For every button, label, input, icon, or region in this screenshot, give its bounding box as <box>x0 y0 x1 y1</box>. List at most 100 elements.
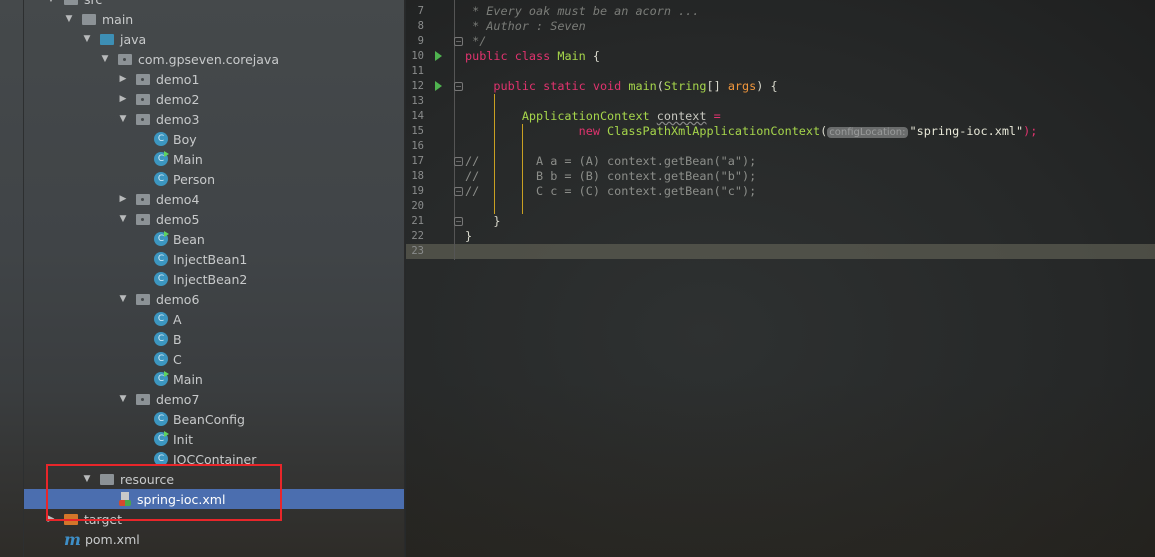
expand-arrow-down-icon[interactable]: ▼ <box>118 294 128 304</box>
code-line[interactable]: * Author : Seven <box>465 19 586 34</box>
java-class-icon: C <box>154 352 168 366</box>
code-token: [] <box>706 79 728 93</box>
line-number: 21 <box>411 215 424 227</box>
expand-arrow-down-icon[interactable]: ▼ <box>100 54 110 64</box>
tree-item-bean[interactable]: C Bean <box>24 229 404 249</box>
code-line[interactable]: */ <box>465 34 486 49</box>
code-line[interactable]: } <box>465 229 472 244</box>
tree-item-init[interactable]: C Init <box>24 429 404 449</box>
parameter-hint: configLocation: <box>827 127 908 138</box>
code-line[interactable]: * Every oak must be an acorn ... <box>465 4 699 19</box>
code-line[interactable]: // C c = (C) context.getBean("c"); <box>465 184 756 199</box>
tree-item-c[interactable]: CC <box>24 349 404 369</box>
expand-arrow-right-icon[interactable]: ▶ <box>46 514 56 524</box>
java-class-icon: C <box>154 132 168 146</box>
tree-item-demo6[interactable]: ▼ demo6 <box>24 289 404 309</box>
tree-item-demo3[interactable]: ▼ demo3 <box>24 109 404 129</box>
code-token: new <box>465 124 608 138</box>
code-token: */ <box>465 34 487 48</box>
fold-icon[interactable]: − <box>454 37 463 46</box>
tree-item-boy[interactable]: C Boy <box>24 129 404 149</box>
tree-item-label: spring-ioc.xml <box>137 491 226 507</box>
run-gutter-icon[interactable] <box>435 51 442 61</box>
line-number: 19 <box>411 185 424 197</box>
tree-item-injectbean1[interactable]: C InjectBean1 <box>24 249 404 269</box>
tree-item-ioccontainer[interactable]: C IOCContainer <box>24 449 404 469</box>
tree-item-spring-ioc-xml[interactable]: spring-ioc.xml <box>24 489 404 509</box>
expand-arrow-right-icon[interactable]: ▶ <box>118 194 128 204</box>
java-class-icon: C <box>154 151 169 166</box>
code-token: ( <box>656 79 664 93</box>
expand-arrow-down-icon[interactable]: ▼ <box>118 214 128 224</box>
run-gutter-icon[interactable] <box>435 81 442 91</box>
tree-item-demo1[interactable]: ▶ demo1 <box>24 69 404 89</box>
expand-arrow-right-icon[interactable]: ▶ <box>118 74 128 84</box>
package-icon <box>136 73 150 85</box>
code-token: ClassPathXmlApplicationContext <box>607 124 821 138</box>
code-line[interactable]: // A a = (A) context.getBean("a"); <box>465 154 756 169</box>
code-token: // A a = (A) context.getBean("a"); <box>465 154 757 168</box>
current-line-highlight <box>406 244 1155 259</box>
tree-item-demo2[interactable]: ▶ demo2 <box>24 89 404 109</box>
tree-item-resource[interactable]: ▼ resource <box>24 469 404 489</box>
tree-item-person[interactable]: C Person <box>24 169 404 189</box>
code-token: ) { <box>756 79 778 93</box>
expand-arrow-down-icon[interactable]: ▼ <box>46 0 56 4</box>
tree-item-main[interactable]: C Main <box>24 369 404 389</box>
tree-item-pom-xml[interactable]: m pom.xml <box>24 529 404 549</box>
tree-item-main[interactable]: ▼ main <box>24 9 404 29</box>
code-line[interactable]: new ClassPathXmlApplicationContext(confi… <box>465 124 1037 139</box>
tree-item-label: IOCContainer <box>173 451 257 467</box>
tree-item-target[interactable]: ▶ target <box>24 509 404 529</box>
tree-item-label: demo1 <box>156 71 200 87</box>
line-number: 13 <box>411 95 424 107</box>
tree-item-demo5[interactable]: ▼ demo5 <box>24 209 404 229</box>
fold-icon[interactable]: − <box>454 217 463 226</box>
expand-arrow-down-icon[interactable]: ▼ <box>118 394 128 404</box>
fold-icon[interactable]: − <box>454 187 463 196</box>
package-icon <box>136 93 150 105</box>
tree-item-label: resource <box>120 471 175 487</box>
tree-item-main[interactable]: C Main <box>24 149 404 169</box>
expand-arrow-down-icon[interactable]: ▼ <box>82 34 92 44</box>
expand-arrow-down-icon[interactable]: ▼ <box>82 474 92 484</box>
expand-arrow-down-icon[interactable]: ▼ <box>118 114 128 124</box>
code-editor[interactable]: 7 * Every oak must be an acorn ... 8 * Au… <box>406 0 1155 557</box>
tree-item-label: demo3 <box>156 111 200 127</box>
code-token: { <box>585 49 600 63</box>
code-line[interactable]: public class Main { <box>465 49 600 64</box>
code-line[interactable]: public static void main(String[] args) { <box>465 79 778 94</box>
tree-item-demo7[interactable]: ▼ demo7 <box>24 389 404 409</box>
code-token: } <box>465 229 473 243</box>
code-token: Main <box>557 49 586 63</box>
tree-item-src[interactable]: ▼ src <box>24 0 404 9</box>
fold-icon[interactable]: − <box>454 82 463 91</box>
line-number: 20 <box>411 200 424 212</box>
package-icon <box>136 113 150 125</box>
tree-item-com-gpseven-corejava[interactable]: ▼ com.gpseven.corejava <box>24 49 404 69</box>
tree-item-label: demo5 <box>156 211 200 227</box>
tree-item-label: pom.xml <box>84 531 140 547</box>
tree-item-b[interactable]: CB <box>24 329 404 349</box>
expand-arrow-right-icon[interactable]: ▶ <box>118 94 128 104</box>
tree-item-label: demo4 <box>156 191 200 207</box>
java-class-icon: C <box>154 252 168 266</box>
code-line[interactable]: ApplicationContext context = <box>465 109 721 124</box>
tree-item-injectbean2[interactable]: C InjectBean2 <box>24 269 404 289</box>
tree-item-java[interactable]: ▼ java <box>24 29 404 49</box>
tree-item-beanconfig[interactable]: C BeanConfig <box>24 409 404 429</box>
tree-item-label: main <box>102 11 134 27</box>
tree-item-label: target <box>84 511 123 527</box>
code-line[interactable]: // B b = (B) context.getBean("b"); <box>465 169 756 184</box>
code-token: * Every oak must be an acorn ... <box>465 4 700 18</box>
tree-item-a[interactable]: CA <box>24 309 404 329</box>
code-token: String <box>663 79 707 93</box>
fold-icon[interactable]: − <box>454 157 463 166</box>
tree-item-demo4[interactable]: ▶ demo4 <box>24 189 404 209</box>
code-token: "spring-ioc.xml" <box>909 124 1024 138</box>
code-line[interactable]: } <box>465 214 500 229</box>
code-token: args <box>727 79 757 93</box>
code-token: main <box>628 79 657 93</box>
expand-arrow-down-icon[interactable]: ▼ <box>64 14 74 24</box>
code-token: // C c = (C) context.getBean("c"); <box>465 184 757 198</box>
